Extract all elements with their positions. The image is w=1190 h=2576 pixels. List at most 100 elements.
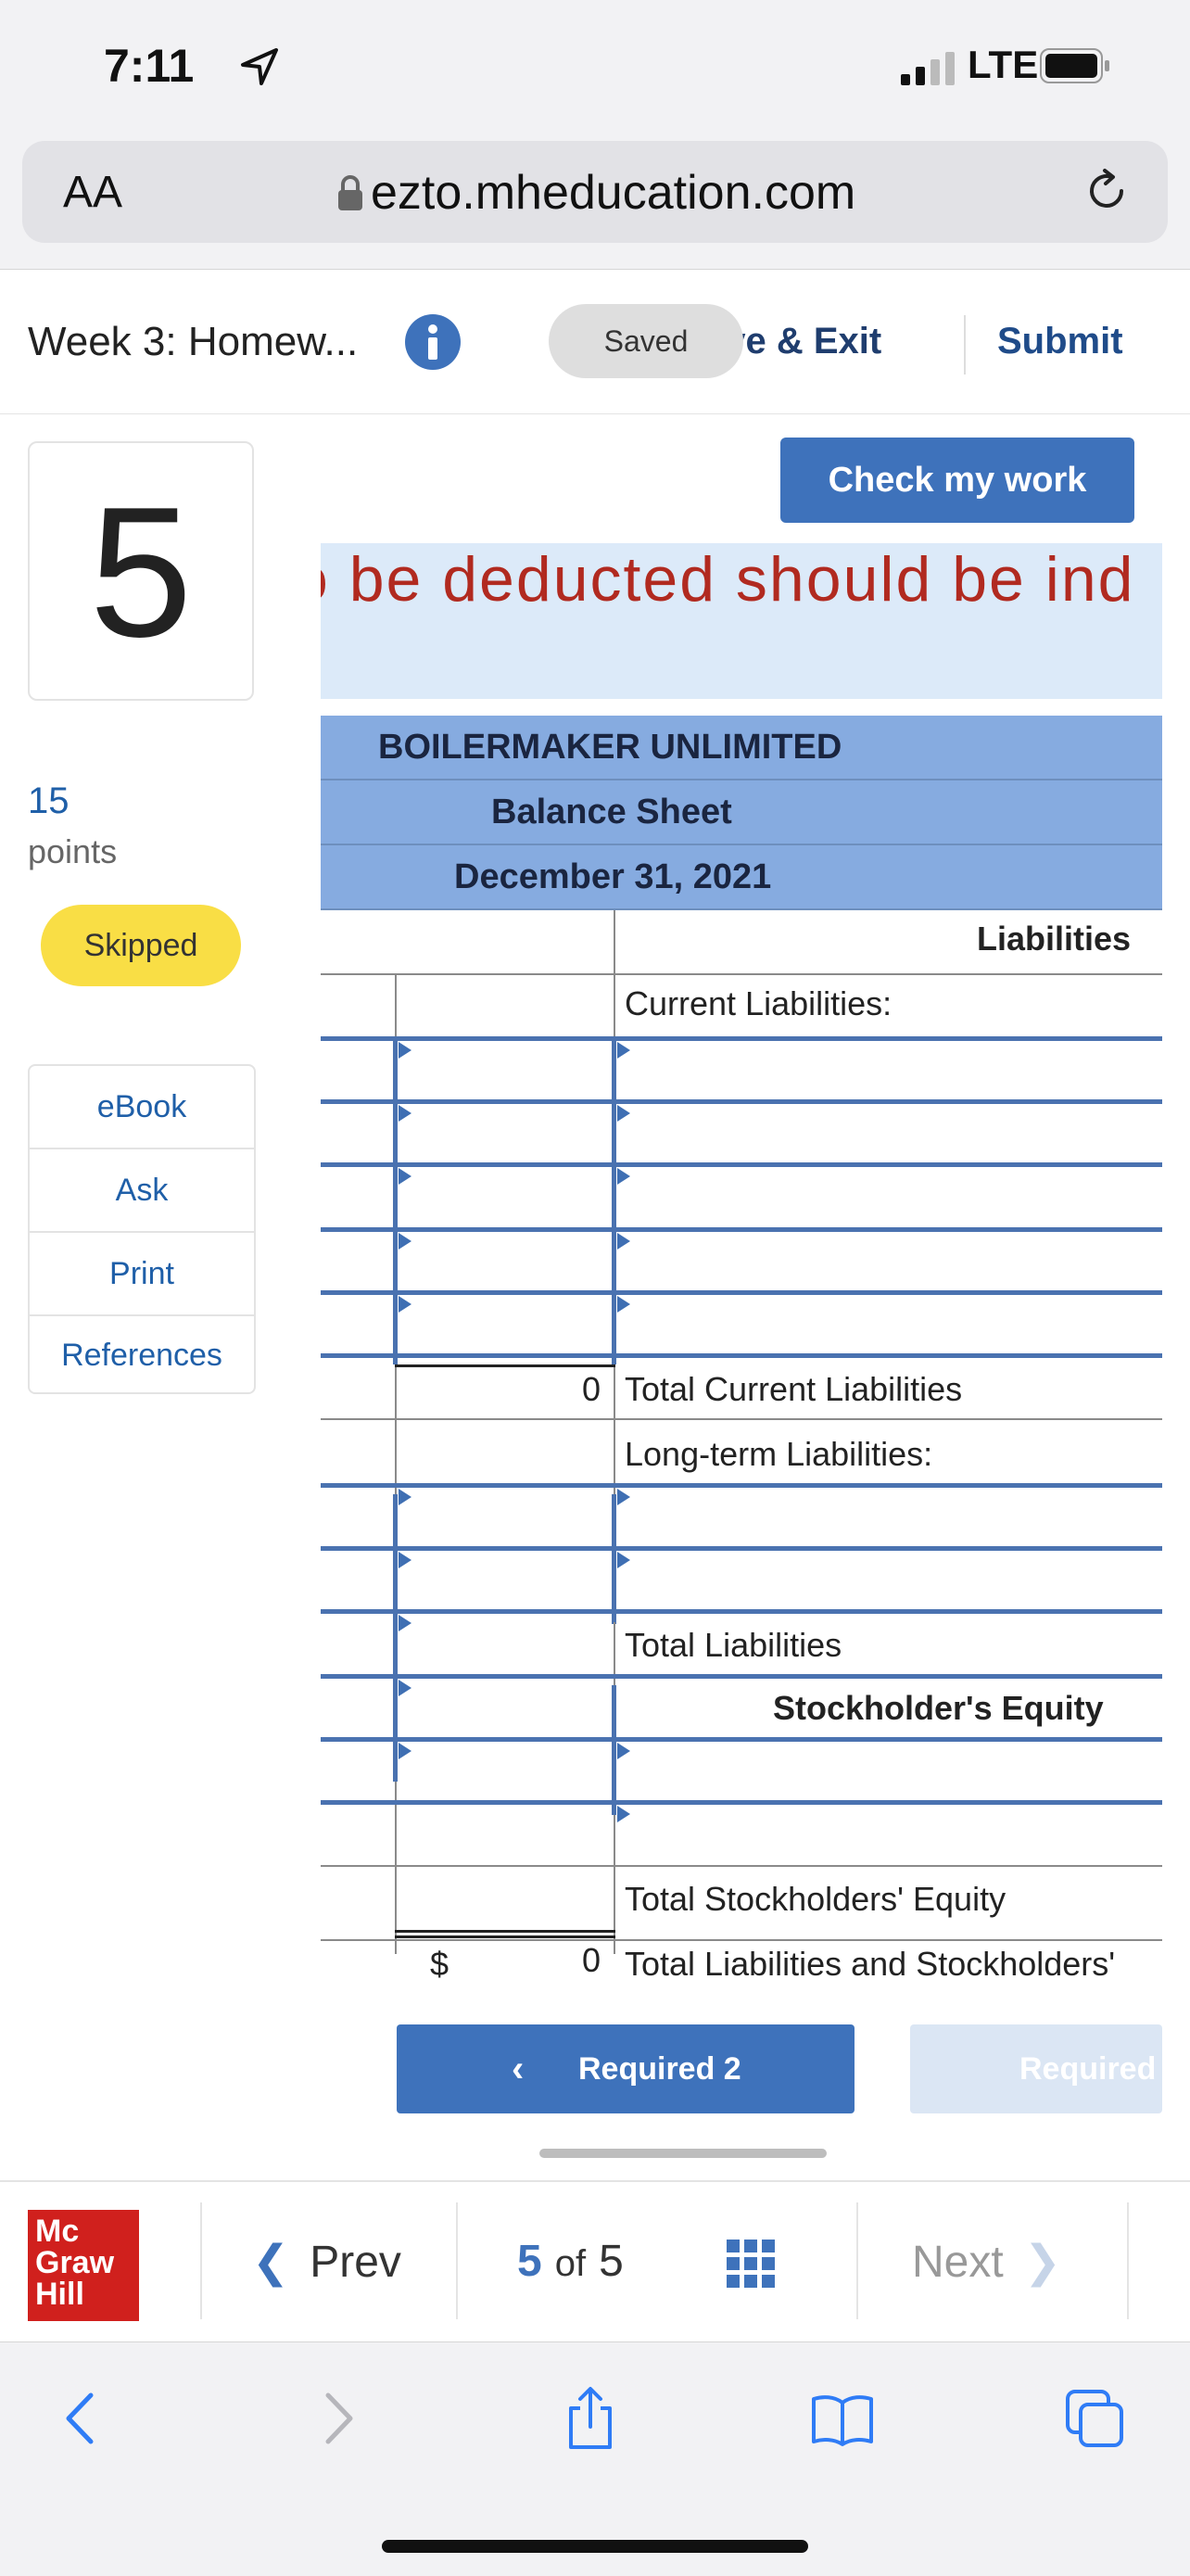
- current-liabilities-label: Current Liabilities:: [625, 984, 892, 1022]
- required-2-label: Required 2: [578, 2051, 741, 2087]
- cellular-signal-icon: [901, 52, 955, 85]
- status-time: 7:11: [104, 40, 195, 92]
- total-pages: 5: [599, 2237, 624, 2286]
- info-icon[interactable]: [404, 313, 462, 371]
- question-pager[interactable]: 5 of 5: [517, 2236, 624, 2287]
- horizontal-scrollbar[interactable]: [539, 2149, 827, 2158]
- long-term-liability-amount-input[interactable]: [399, 1491, 608, 1544]
- current-page: 5: [517, 2237, 542, 2286]
- chevron-right-icon: ❯: [1023, 2238, 1061, 2287]
- input-marker: [617, 1233, 630, 1250]
- battery-icon: [1040, 48, 1109, 83]
- logo-line: Graw: [35, 2245, 115, 2280]
- statement-date: December 31, 2021: [454, 857, 772, 896]
- statement-name: Balance Sheet: [491, 793, 732, 831]
- row-line-input: [321, 1227, 1162, 1232]
- col-divider-input: [393, 1038, 398, 1364]
- row-line-input: [321, 1036, 1162, 1041]
- footer-divider: [1127, 2202, 1129, 2319]
- total-current-liabilities-value: 0: [582, 1370, 601, 1408]
- current-liability-name-input[interactable]: [617, 1042, 1162, 1098]
- col-divider-input: [612, 1038, 616, 1364]
- row-line-input: [321, 1353, 1162, 1358]
- header-divider: [964, 315, 966, 374]
- next-question-button[interactable]: Next ❯: [912, 2236, 1061, 2288]
- row-line-input: [321, 1800, 1162, 1805]
- network-type: LTE: [968, 43, 1039, 86]
- row-line: [321, 973, 1162, 975]
- input-marker: [617, 1806, 630, 1822]
- required-next-button[interactable]: Required: [910, 2024, 1162, 2113]
- bookmarks-icon[interactable]: [810, 2386, 875, 2451]
- question-status-badge: Skipped: [41, 905, 241, 986]
- row-line-input: [321, 1290, 1162, 1295]
- row-line-input: [321, 1737, 1162, 1742]
- col-divider: [614, 910, 615, 975]
- balance-sheet-table: BOILERMAKER UNLIMITED Balance Sheet Dece…: [321, 716, 1162, 2000]
- table-header-company: BOILERMAKER UNLIMITED: [321, 716, 1162, 780]
- input-marker: [617, 1168, 630, 1185]
- current-liability-amount-input[interactable]: [399, 1042, 608, 1098]
- saved-status-badge: Saved: [549, 304, 743, 378]
- question-number: 5: [28, 441, 254, 701]
- col-divider-input: [612, 1494, 616, 1624]
- equity-amount-input[interactable]: [399, 1743, 608, 1798]
- row-line-input: [321, 1162, 1162, 1167]
- reload-icon[interactable]: [1082, 167, 1131, 215]
- table-header-date: December 31, 2021: [321, 845, 1162, 910]
- ask-link[interactable]: Ask: [30, 1149, 254, 1233]
- next-label: Next: [912, 2238, 1004, 2287]
- input-marker: [399, 1680, 411, 1696]
- input-marker: [399, 1168, 411, 1185]
- share-icon[interactable]: [558, 2386, 623, 2451]
- submit-button[interactable]: Submit: [997, 321, 1123, 362]
- text-size-button[interactable]: AA: [63, 167, 122, 218]
- ebook-link[interactable]: eBook: [30, 1066, 254, 1149]
- total-current-liabilities-label: Total Current Liabilities: [625, 1370, 963, 1408]
- print-link[interactable]: Print: [30, 1233, 254, 1316]
- tabs-icon[interactable]: [1062, 2386, 1127, 2451]
- question-tools: eBook Ask Print References: [28, 1064, 256, 1394]
- stockholders-equity-header: Stockholder's Equity: [773, 1689, 1104, 1727]
- total-liabilities-equity-value: 0: [582, 1941, 601, 1979]
- company-name: BOILERMAKER UNLIMITED: [378, 728, 842, 767]
- references-link[interactable]: References: [30, 1314, 254, 1396]
- mcgraw-hill-logo: Mc Graw Hill: [28, 2210, 139, 2321]
- footer-divider: [856, 2202, 858, 2319]
- long-term-liability-name-input[interactable]: [617, 1491, 1162, 1544]
- instruction-panel: o be deducted should be ind: [321, 543, 1162, 699]
- input-marker: [399, 1296, 411, 1313]
- grid-icon[interactable]: [725, 2238, 777, 2290]
- location-arrow-icon: [241, 48, 278, 85]
- col-divider: [614, 1815, 615, 1954]
- required-next-label: Required: [1019, 2051, 1157, 2087]
- total-rule: [395, 1930, 615, 1933]
- equity-name-input[interactable]: [617, 1743, 1162, 1798]
- col-divider: [395, 1782, 397, 1954]
- row-line-input: [321, 1099, 1162, 1104]
- row-line-input: [321, 1674, 1162, 1679]
- row-line-input: [321, 1483, 1162, 1488]
- logo-line: Mc: [35, 2214, 80, 2249]
- col-divider: [395, 1364, 397, 1496]
- required-2-button[interactable]: ‹ Required 2: [397, 2024, 855, 2113]
- back-icon[interactable]: [48, 2386, 113, 2451]
- input-marker: [617, 1105, 630, 1122]
- row-line-input: [321, 1546, 1162, 1551]
- liabilities-header: Liabilities: [977, 920, 1132, 958]
- row-line: [321, 1865, 1162, 1867]
- row-line-input: [321, 1609, 1162, 1614]
- url-text: ezto.mheducation.com: [371, 166, 856, 220]
- total-liabilities-equity-label: Total Liabilities and Stockholders': [625, 1945, 1116, 1983]
- input-marker: [399, 1105, 411, 1122]
- check-my-work-button[interactable]: Check my work: [780, 438, 1134, 523]
- table-header-statement: Balance Sheet: [321, 780, 1162, 845]
- forward-icon[interactable]: [306, 2386, 371, 2451]
- input-marker: [399, 1233, 411, 1250]
- prev-question-button[interactable]: ❮ Prev: [252, 2236, 401, 2288]
- logo-line: Hill: [35, 2277, 84, 2312]
- input-marker: [399, 1615, 411, 1631]
- col-divider-input: [612, 1685, 616, 1815]
- long-term-liabilities-label: Long-term Liabilities:: [625, 1435, 933, 1473]
- assignment-title[interactable]: Week 3: Homew...: [28, 319, 358, 365]
